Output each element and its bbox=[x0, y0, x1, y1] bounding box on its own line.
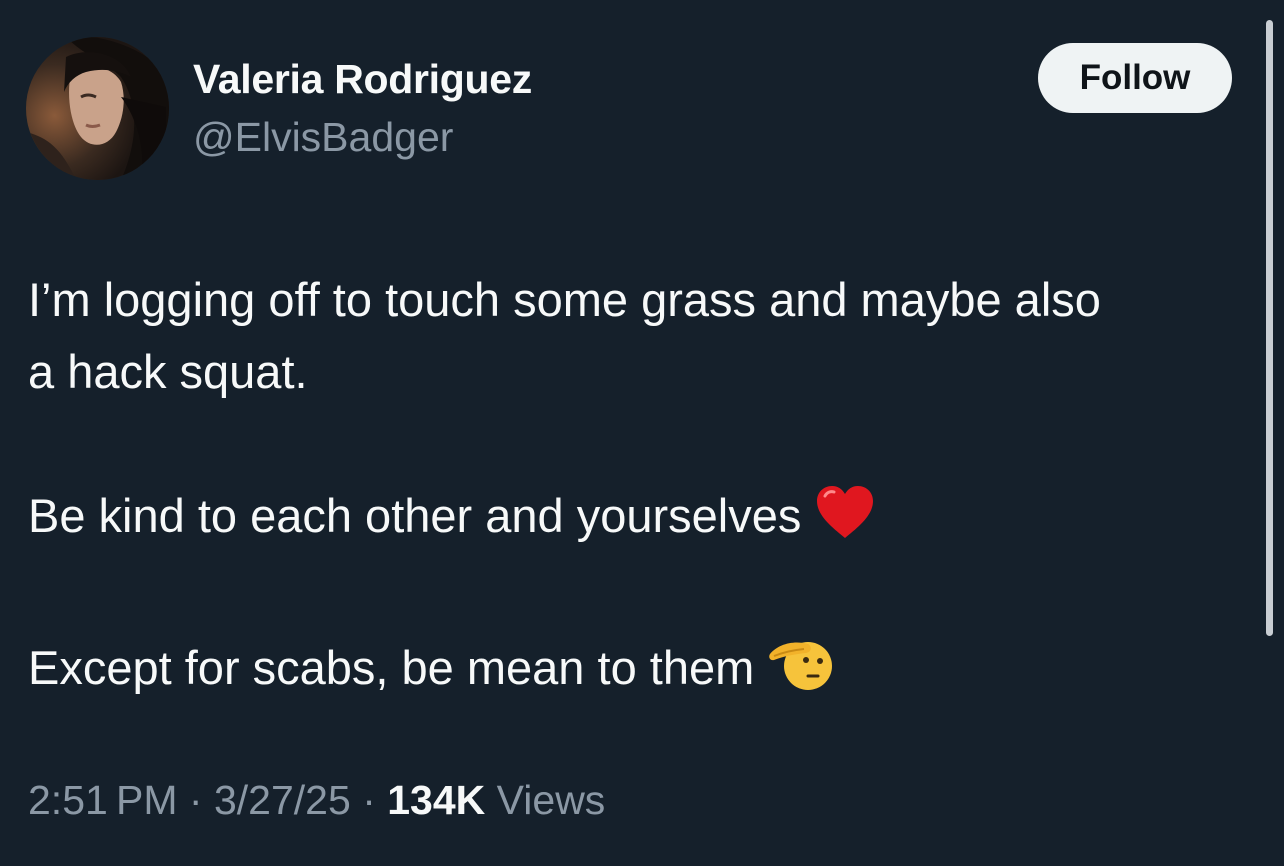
author-handle[interactable]: @ElvisBadger bbox=[193, 114, 453, 161]
tweet-text: I’m logging off to touch some grass and … bbox=[28, 264, 1268, 712]
red-heart-emoji-icon bbox=[815, 484, 875, 560]
tweet-time[interactable]: 2:51 PM bbox=[28, 777, 178, 823]
meta-separator: · bbox=[362, 777, 376, 823]
tweet-paragraph: Except for scabs, be mean to them bbox=[28, 632, 1268, 712]
follow-button[interactable]: Follow bbox=[1038, 43, 1232, 113]
author-display-name[interactable]: Valeria Rodriguez bbox=[193, 56, 532, 103]
views-label[interactable]: Views bbox=[497, 777, 606, 823]
tweet-line: Be kind to each other and yourselves bbox=[28, 489, 802, 542]
tweet-metadata: 2:51 PM · 3/27/25 · 134K Views bbox=[28, 777, 605, 824]
scrollbar[interactable] bbox=[1266, 20, 1273, 636]
tweet-paragraph: Be kind to each other and yourselves bbox=[28, 480, 1268, 560]
tweet-paragraph: I’m logging off to touch some grass and … bbox=[28, 264, 1268, 408]
saluting-face-emoji-icon bbox=[768, 634, 833, 712]
views-count[interactable]: 134K bbox=[387, 777, 485, 823]
tweet-line: Except for scabs, be mean to them bbox=[28, 641, 755, 694]
meta-separator: · bbox=[188, 777, 203, 823]
tweet-date[interactable]: 3/27/25 bbox=[214, 777, 351, 823]
tweet-line: a hack squat. bbox=[28, 345, 308, 398]
avatar[interactable] bbox=[26, 37, 169, 180]
profile-photo-icon bbox=[26, 37, 169, 180]
tweet-line: I’m logging off to touch some grass and … bbox=[28, 273, 1101, 326]
